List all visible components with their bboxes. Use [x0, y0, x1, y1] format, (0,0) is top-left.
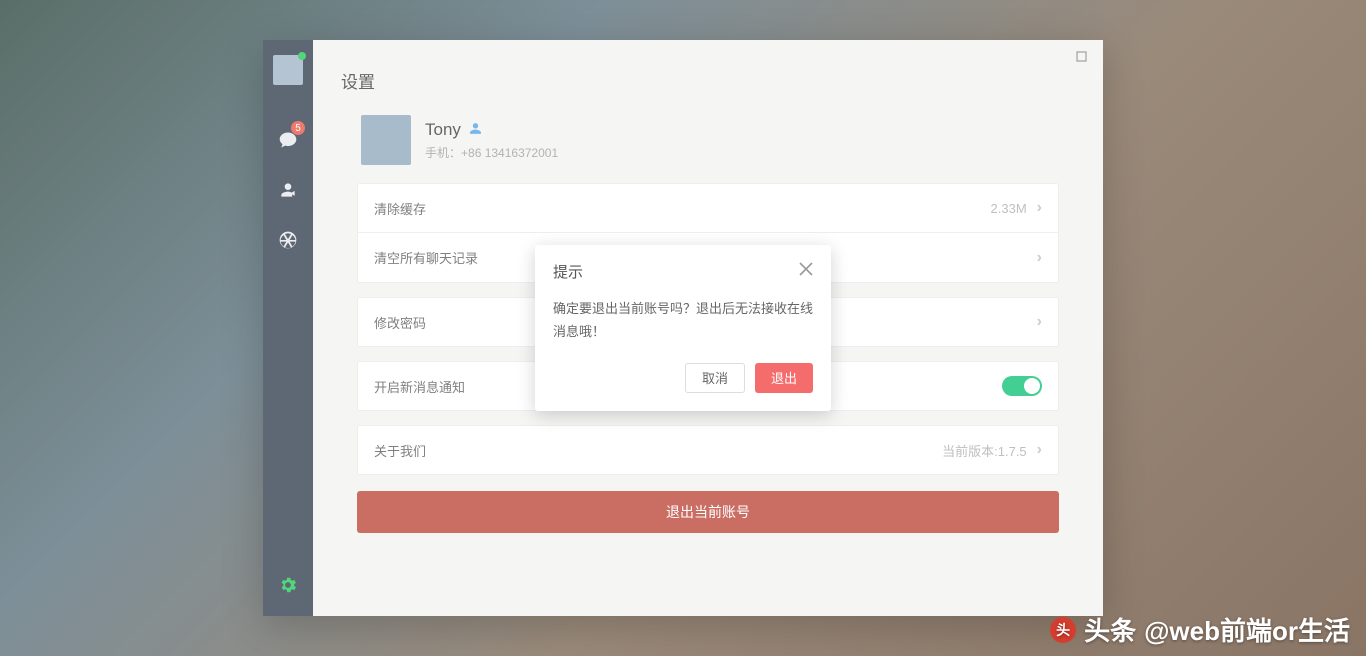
watermark: 头 头条 @web前端or生活: [1050, 611, 1350, 648]
modal-overlay[interactable]: 提示 确定要退出当前账号吗？退出后无法接收在线消息哦！ 取消 退出: [263, 40, 1103, 616]
confirm-button[interactable]: 退出: [755, 363, 813, 393]
confirm-dialog: 提示 确定要退出当前账号吗？退出后无法接收在线消息哦！ 取消 退出: [535, 245, 831, 410]
dialog-close-button[interactable]: [799, 262, 813, 281]
watermark-logo-icon: 头: [1050, 617, 1076, 643]
close-icon: [799, 262, 813, 276]
dialog-message: 确定要退出当前账号吗？退出后无法接收在线消息哦！: [535, 290, 831, 356]
cancel-button[interactable]: 取消: [685, 363, 745, 393]
watermark-handle: @web前端or生活: [1144, 611, 1350, 648]
dialog-title: 提示: [553, 261, 583, 282]
app-window: 5 设置 Tony: [263, 40, 1103, 616]
watermark-prefix: 头条: [1084, 611, 1136, 648]
